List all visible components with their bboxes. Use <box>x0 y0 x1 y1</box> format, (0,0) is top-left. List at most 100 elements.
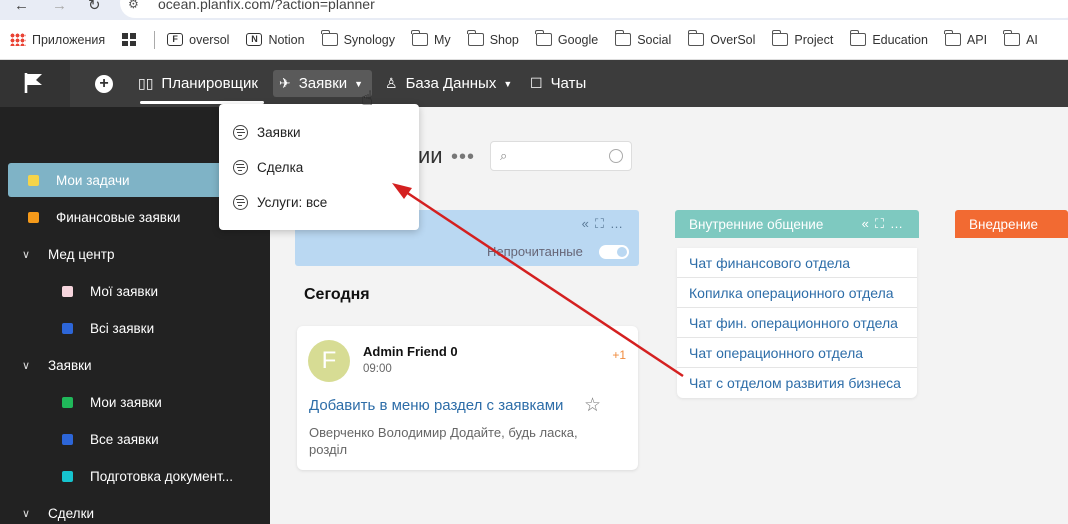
color-marker <box>62 322 73 334</box>
list-item[interactable]: Чат операционного отдела <box>677 338 917 368</box>
user-icon: ♙ <box>385 75 398 91</box>
bookmark-grid[interactable] <box>122 33 144 46</box>
sidebar-item-my-requests[interactable]: Мои заявки <box>8 385 270 419</box>
folder-icon <box>320 30 338 46</box>
bookmark-project[interactable]: Project <box>771 30 833 47</box>
forward-icon[interactable]: → <box>52 0 67 13</box>
unread-badge: +1 <box>612 348 626 362</box>
bookmark-shop[interactable]: Shop <box>467 30 519 47</box>
folder-icon <box>1003 30 1021 46</box>
bookmark-oversol-folder[interactable]: OverSol <box>687 30 755 47</box>
folder-icon <box>771 30 789 46</box>
avatar: F <box>308 340 350 382</box>
folder-icon <box>535 30 552 46</box>
rocket-icon: ✈ <box>279 75 291 91</box>
list-item[interactable]: Чат с отделом развития бизнеса <box>677 368 917 398</box>
search-input[interactable]: ⌕ <box>490 141 632 171</box>
bookmark-education[interactable]: Education <box>849 30 928 47</box>
folder-icon <box>411 30 429 46</box>
search-icon: ⌕ <box>500 148 508 163</box>
column-internal-communication[interactable]: Внутренние общение «⛶… <box>675 210 919 238</box>
nav-database[interactable]: ♙ База Данных ▼ <box>385 60 512 107</box>
filter-icon[interactable] <box>609 149 623 163</box>
column-implementation[interactable]: Внедрение <box>955 210 1068 238</box>
folder-icon <box>687 30 705 46</box>
bookmark-ai[interactable]: AI <box>1003 30 1038 47</box>
filter-icon <box>233 159 248 175</box>
filter-icon <box>233 124 248 140</box>
color-marker <box>62 396 73 408</box>
task-card[interactable]: F Admin Friend 0 09:00 +1 Добавить в мен… <box>297 326 638 470</box>
notion-icon: N <box>246 33 263 46</box>
card-body: Оверченко Володимир Додайте, будь ласка,… <box>309 425 578 457</box>
chevron-down-icon: ∨ <box>22 359 31 372</box>
star-icon[interactable]: ☆ <box>584 394 601 417</box>
card-title[interactable]: Добавить в меню раздел с заявками <box>309 397 563 414</box>
more-icon[interactable]: ••• <box>451 146 475 169</box>
sidebar-item-document-prep[interactable]: Подготовка документ... <box>8 459 270 493</box>
sidebar-group-requests[interactable]: ∨ Заявки <box>0 348 262 382</box>
back-icon[interactable]: ← <box>14 0 29 13</box>
add-icon[interactable]: + <box>95 75 113 93</box>
site-settings-icon[interactable]: ⚙ <box>128 0 139 11</box>
app-header: + ▯▯ Планировщик ✈ Заявки ▼ ♙ База Данны… <box>0 60 1068 107</box>
grid-icon <box>122 33 139 46</box>
bookmark-social[interactable]: Social <box>614 30 671 47</box>
bookmark-api[interactable]: API <box>944 30 987 47</box>
today-heading: Сегодня <box>304 286 370 303</box>
chevron-down-icon: ∨ <box>22 248 31 261</box>
chat-list: Чат финансового отдела Копилка операцион… <box>677 248 917 398</box>
folder-icon <box>849 30 867 46</box>
folder-icon <box>944 30 961 46</box>
planner-icon: ▯▯ <box>138 75 154 91</box>
sidebar-group-med-center[interactable]: ∨ Мед центр <box>0 237 262 271</box>
color-marker <box>28 174 39 186</box>
column-actions[interactable]: «⛶… <box>862 216 909 232</box>
folder-icon <box>467 30 484 46</box>
dropdown-item-services-all[interactable]: Услуги: все <box>233 192 327 212</box>
flag-icon <box>24 73 42 93</box>
page-title: ии <box>418 143 443 168</box>
bookmarks-bar: Приложения Foversol N Notion Synology My … <box>0 20 1068 60</box>
color-marker <box>62 433 73 445</box>
bookmark-notion[interactable]: N Notion <box>246 33 305 47</box>
reload-icon[interactable]: ↻ <box>88 0 101 13</box>
sidebar-item-all-requests-ua[interactable]: Всі заявки <box>8 311 270 345</box>
browser-toolbar: ← → ↻ ⚙ ocean.planfix.com/?action=planne… <box>0 0 1068 20</box>
bookmark-google[interactable]: Google <box>535 30 598 47</box>
list-item[interactable]: Чат финансового отдела <box>677 248 917 278</box>
pointer-cursor-icon: ☝ <box>361 88 374 110</box>
planfix-logo[interactable] <box>0 60 70 107</box>
nav-planner[interactable]: ▯▯ Планировщик <box>138 60 258 107</box>
list-item[interactable]: Чат фин. операционного отдела <box>677 308 917 338</box>
color-marker <box>62 470 73 482</box>
bookmarks-separator <box>154 30 156 49</box>
sidebar-group-deals[interactable]: ∨ Сделки <box>0 496 262 524</box>
sidebar-item-my-requests-ua[interactable]: Мої заявки <box>8 274 270 308</box>
chevron-down-icon: ∨ <box>22 507 31 520</box>
bookmark-oversol[interactable]: Foversol <box>167 33 229 47</box>
list-item[interactable]: Копилка операционного отдела <box>677 278 917 308</box>
unread-toggle[interactable] <box>599 245 629 259</box>
dropdown-item-requests[interactable]: Заявки <box>233 122 301 142</box>
bookmark-synology[interactable]: Synology <box>320 30 395 47</box>
bookmark-my[interactable]: My <box>411 30 451 47</box>
dropdown-item-deal[interactable]: Сделка <box>233 157 303 177</box>
nav-requests[interactable]: ✈ Заявки ▼ <box>279 60 363 107</box>
color-marker <box>28 211 39 223</box>
requests-dropdown: Заявки Сделка Услуги: все <box>219 104 419 230</box>
column-actions[interactable]: «⛶… <box>582 216 629 232</box>
color-marker <box>62 285 73 297</box>
card-author: Admin Friend 0 <box>363 344 458 359</box>
bookmark-apps[interactable]: Приложения <box>10 33 105 47</box>
nav-chats[interactable]: ☐ Чаты <box>530 60 586 107</box>
folder-icon <box>614 30 632 46</box>
address-text[interactable]: ocean.planfix.com/?action=planner <box>158 0 375 12</box>
unread-label: Непрочитанные <box>487 244 583 259</box>
planfix-flag-icon: F <box>167 33 184 46</box>
apps-icon <box>10 33 26 46</box>
chat-icon: ☐ <box>530 75 543 91</box>
card-time: 09:00 <box>363 363 392 375</box>
filter-icon <box>233 194 248 210</box>
sidebar-item-all-requests[interactable]: Все заявки <box>8 422 270 456</box>
